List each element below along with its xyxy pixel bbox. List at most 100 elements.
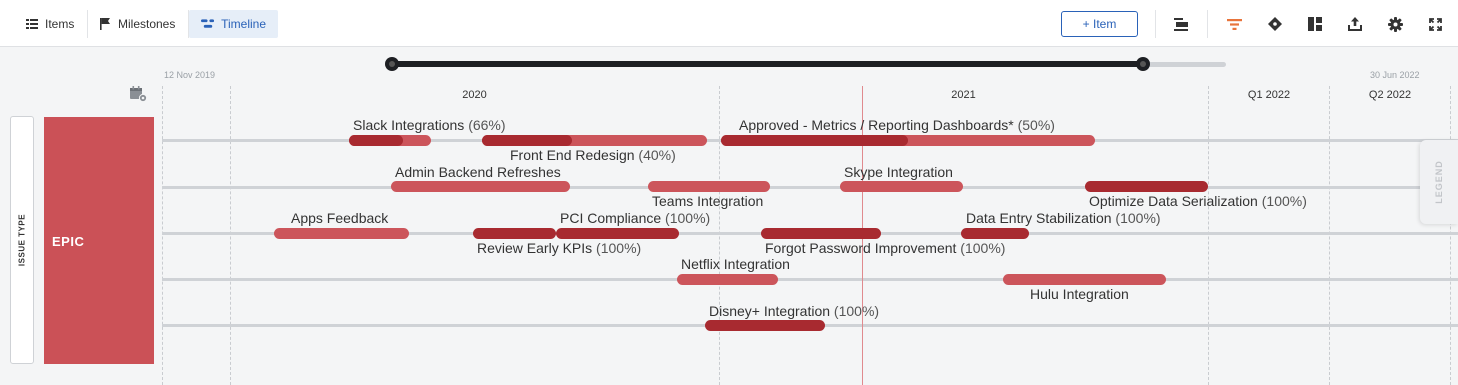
timeline-bar-admin-backend-refreshes[interactable] [391,181,570,192]
period-header-2020: 2020 [462,89,487,101]
date-range-selection[interactable] [391,61,1143,67]
milestones-tab-label: Milestones [118,17,176,31]
timeline-bar-slack-integrations[interactable] [349,135,431,146]
period-header-q1-2022: Q1 2022 [1247,89,1291,101]
range-start-handle[interactable] [385,57,399,71]
fullscreen-icon[interactable] [1426,15,1444,33]
item-label-slack-integrations[interactable]: Slack Integrations (66%) [353,117,506,133]
timeline-bar-disney-integration[interactable] [705,320,825,331]
bar-progress [721,135,908,146]
item-label-data-entry-stabilization[interactable]: Data Entry Stabilization (100%) [966,210,1161,226]
timeline-view-tab[interactable]: Timeline [189,10,278,38]
timeline-icon [201,19,215,28]
filter-icon[interactable] [1225,15,1243,33]
item-name: Disney+ Integration [709,303,831,319]
range-end-handle[interactable] [1136,57,1150,71]
timeline-bar-forgot-password-improvement[interactable] [761,228,881,239]
toolbar: Items Milestones Timeline + Item [0,0,1458,47]
range-end-label: 30 Jun 2022 [1370,70,1420,80]
item-percent: (50%) [1017,117,1055,133]
range-start-label: 12 Nov 2019 [164,70,216,80]
item-label-disney-integration[interactable]: Disney+ Integration (100%) [709,303,879,319]
grid-line [1208,86,1209,385]
grid-line [719,86,720,385]
grid-line [230,86,231,385]
item-percent: (66%) [468,117,506,133]
item-percent: (100%) [833,303,880,319]
toolbar-divider [1207,10,1208,38]
group-by-tab[interactable]: ISSUE TYPE [10,116,34,364]
item-label-pci-compliance[interactable]: PCI Compliance (100%) [560,210,710,226]
item-label-metrics-dashboards[interactable]: Approved - Metrics / Reporting Dashboard… [739,117,1055,133]
item-percent: (100%) [960,240,1006,256]
milestone-diamond-icon[interactable] [1266,15,1284,33]
item-name: Apps Feedback [291,210,389,226]
group-by-label: ISSUE TYPE [17,213,27,267]
row-track [162,186,1458,189]
item-name: Skype Integration [844,164,953,180]
timeline-tab-label: Timeline [221,17,266,31]
add-item-button[interactable]: + Item [1061,11,1138,37]
grid-line [1450,86,1451,385]
grid-line [162,86,163,385]
item-label-optimize-data-serialization[interactable]: Optimize Data Serialization (100%) [1089,193,1307,209]
items-view-tab[interactable]: Items [14,10,86,38]
timeline-bar-data-entry-stabilization[interactable] [961,228,1029,239]
item-percent: (40%) [638,147,676,163]
item-name: Netflix Integration [681,256,790,272]
timeline-bar-metrics-dashboards[interactable] [721,135,1095,146]
grid-line [1329,86,1330,385]
item-label-hulu-integration[interactable]: Hulu Integration [1030,286,1129,302]
item-percent: (100%) [596,240,642,256]
settings-gear-icon[interactable] [1386,15,1404,33]
flag-icon [100,18,110,30]
period-header-2021: 2021 [951,89,976,101]
item-label-skype-integration[interactable]: Skype Integration [844,164,953,180]
timeline-bar-teams-integration[interactable] [648,181,770,192]
items-tab-label: Items [45,17,75,31]
legend-tab[interactable]: LEGEND [1420,140,1458,224]
item-percent: (100%) [1115,210,1161,226]
item-name: Review Early KPIs [477,240,593,256]
epic-group-label: EPIC [52,234,85,249]
item-name: Hulu Integration [1030,286,1129,302]
item-label-teams-integration[interactable]: Teams Integration [652,193,763,209]
item-label-netflix-integration[interactable]: Netflix Integration [681,256,790,272]
item-name: Front End Redesign [510,147,635,163]
item-name: Optimize Data Serialization [1089,193,1258,209]
item-name: Admin Backend Refreshes [395,164,561,180]
timeline-bar-pci-compliance[interactable] [556,228,679,239]
item-label-admin-backend-refreshes[interactable]: Admin Backend Refreshes [395,164,561,180]
item-name: PCI Compliance [560,210,662,226]
calendar-settings-icon[interactable] [130,86,148,107]
timeline-bar-review-early-kpis[interactable] [473,228,556,239]
legend-label: LEGEND [1434,160,1444,204]
item-label-front-end-redesign[interactable]: Front End Redesign (40%) [510,147,676,163]
timeline-bar-optimize-data-serialization[interactable] [1085,181,1208,192]
bar-progress [349,135,404,146]
layout-icon[interactable] [1306,15,1324,33]
export-icon[interactable] [1346,15,1364,33]
period-header-q2-2022: Q2 2022 [1368,89,1412,101]
toolbar-divider [1155,10,1156,38]
epic-group-header[interactable]: EPIC [44,117,154,364]
item-label-apps-feedback[interactable]: Apps Feedback [291,210,388,226]
item-name: Slack Integrations [353,117,465,133]
item-name: Data Entry Stabilization [966,210,1112,226]
timeline-bar-hulu-integration[interactable] [1003,274,1166,285]
item-name: Forgot Password Improvement [765,240,957,256]
milestones-view-tab[interactable]: Milestones [88,10,187,38]
item-label-forgot-password-improvement[interactable]: Forgot Password Improvement (100%) [765,240,1005,256]
bar-progress [482,135,572,146]
list-icon [26,19,38,29]
collapse-rows-icon[interactable] [1172,15,1190,33]
timeline-bar-apps-feedback[interactable] [274,228,409,239]
item-name: Approved - Metrics / Reporting Dashboard… [739,117,1014,133]
row-track [162,278,1458,281]
timeline-bar-front-end-redesign[interactable] [482,135,707,146]
item-percent: (100%) [665,210,711,226]
item-name: Teams Integration [652,193,764,209]
timeline-bar-skype-integration[interactable] [840,181,963,192]
timeline-bar-netflix-integration[interactable] [677,274,778,285]
item-label-review-early-kpis[interactable]: Review Early KPIs (100%) [477,240,641,256]
